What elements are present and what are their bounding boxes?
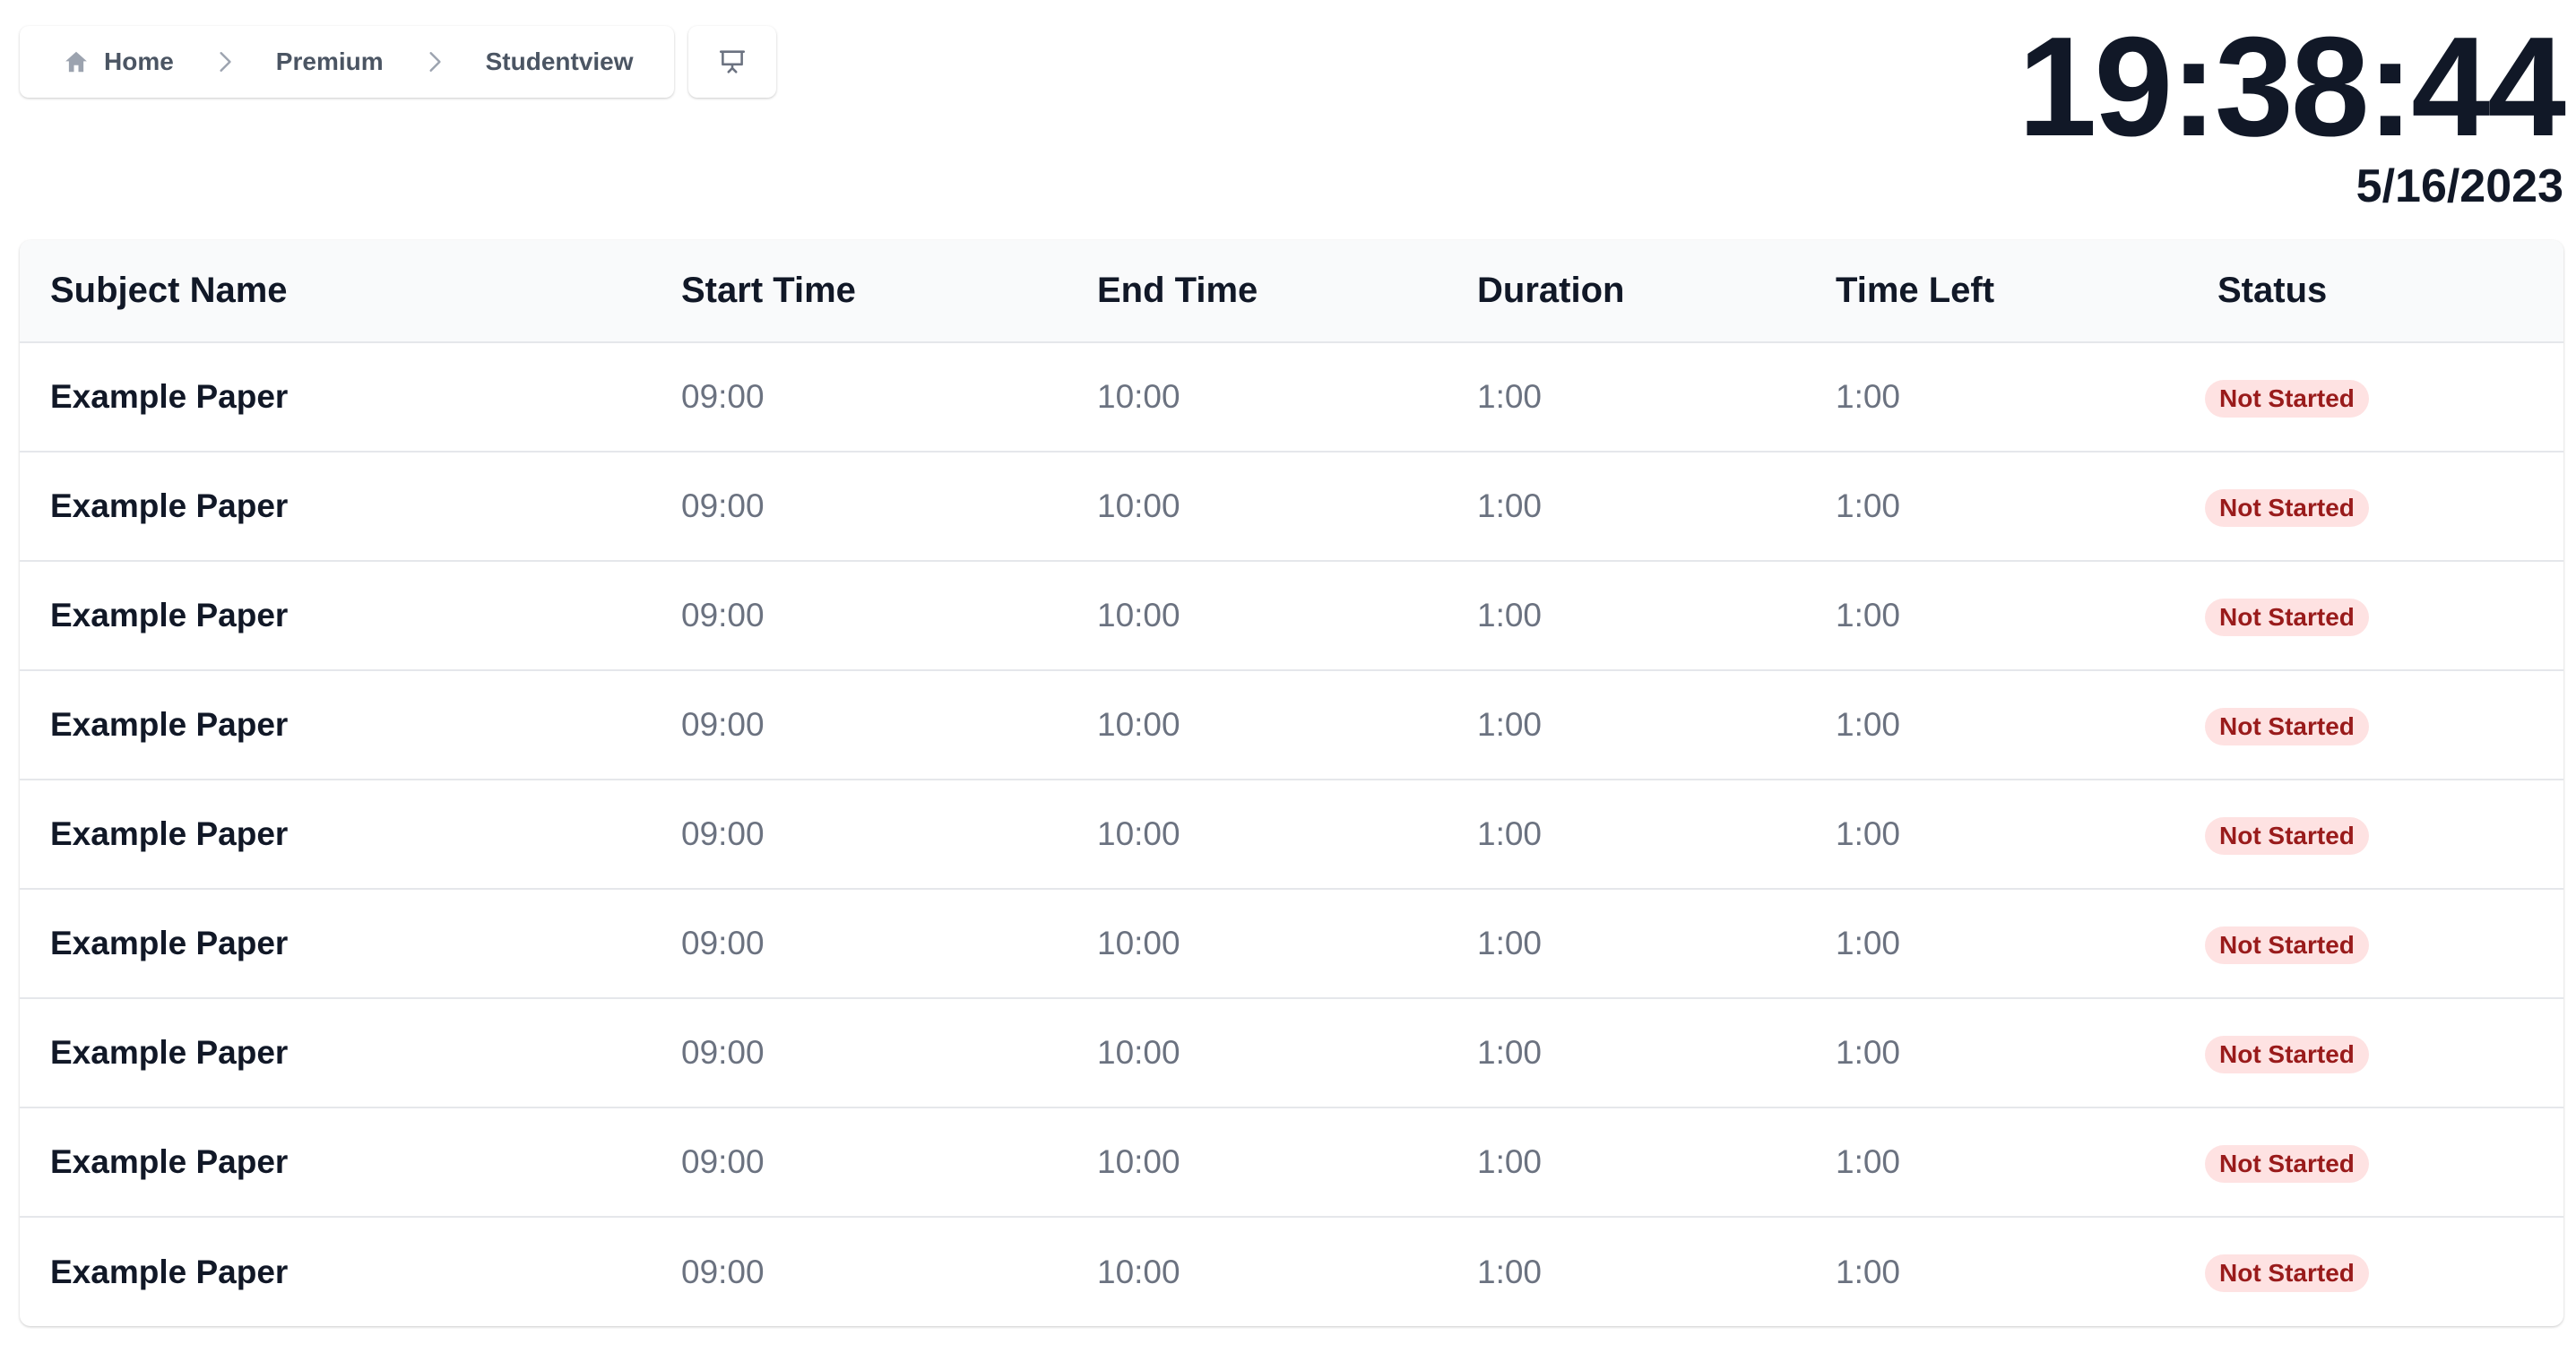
time-left-cell: 1:00 (1836, 1253, 1901, 1290)
duration-cell: 1:00 (1477, 378, 1543, 415)
time-left-cell: 1:00 (1836, 597, 1901, 633)
table-row: Example Paper 09:00 10:00 1:00 1:00 Not … (20, 1217, 2563, 1326)
time-left-cell: 1:00 (1836, 1034, 1901, 1071)
breadcrumb-premium[interactable]: Premium (276, 47, 384, 76)
duration-cell: 1:00 (1477, 815, 1543, 852)
column-header-time-left: Time Left (1836, 271, 1995, 310)
subject-cell: Example Paper (50, 487, 289, 524)
status-cell: Not Started (2205, 670, 2563, 780)
time-left-cell: 1:00 (1836, 487, 1901, 524)
status-cell: Not Started (2205, 889, 2563, 998)
chevron-right-icon (213, 50, 237, 73)
subject-cell: Example Paper (50, 706, 289, 743)
end-time-cell: 10:00 (1097, 378, 1180, 415)
status-badge: Not Started (2205, 1144, 2369, 1183)
time-left-cell: 1:00 (1836, 1143, 1901, 1180)
end-time-cell: 10:00 (1097, 706, 1180, 743)
breadcrumb-studentview-label: Studentview (485, 47, 634, 75)
duration-cell: 1:00 (1477, 1253, 1543, 1290)
end-time-cell: 10:00 (1097, 1143, 1180, 1180)
clock-date: 5/16/2023 (2356, 160, 2563, 212)
end-time-cell: 10:00 (1097, 925, 1180, 961)
end-time-cell: 10:00 (1097, 1253, 1180, 1290)
breadcrumb: Home Premium Studentview (20, 26, 674, 98)
status-badge: Not Started (2205, 488, 2369, 527)
breadcrumb-studentview[interactable]: Studentview (486, 47, 634, 76)
start-time-cell: 09:00 (681, 815, 765, 852)
status-badge: Not Started (2205, 379, 2369, 418)
column-header-subject: Subject Name (50, 271, 288, 310)
exam-table: Subject Name Start Time End Time Duratio… (20, 240, 2563, 1326)
start-time-cell: 09:00 (681, 597, 765, 633)
status-badge: Not Started (2205, 1035, 2369, 1073)
time-left-cell: 1:00 (1836, 815, 1901, 852)
clock: 19:38:44 5/16/2023 (2018, 8, 2566, 212)
table-header-row: Subject Name Start Time End Time Duratio… (20, 240, 2563, 342)
start-time-cell: 09:00 (681, 378, 765, 415)
status-cell: Not Started (2205, 452, 2563, 561)
time-left-cell: 1:00 (1836, 378, 1901, 415)
duration-cell: 1:00 (1477, 706, 1543, 743)
presentation-icon (717, 47, 748, 77)
duration-cell: 1:00 (1477, 597, 1543, 633)
subject-cell: Example Paper (50, 378, 289, 415)
table-row: Example Paper 09:00 10:00 1:00 1:00 Not … (20, 452, 2563, 561)
exam-table-card: Subject Name Start Time End Time Duratio… (20, 240, 2563, 1326)
breadcrumb-premium-label: Premium (275, 47, 384, 75)
end-time-cell: 10:00 (1097, 815, 1180, 852)
table-row: Example Paper 09:00 10:00 1:00 1:00 Not … (20, 889, 2563, 998)
table-row: Example Paper 09:00 10:00 1:00 1:00 Not … (20, 670, 2563, 780)
subject-cell: Example Paper (50, 925, 289, 961)
start-time-cell: 09:00 (681, 1034, 765, 1071)
table-row: Example Paper 09:00 10:00 1:00 1:00 Not … (20, 342, 2563, 452)
breadcrumb-home-label: Home (104, 47, 174, 75)
start-time-cell: 09:00 (681, 706, 765, 743)
table-row: Example Paper 09:00 10:00 1:00 1:00 Not … (20, 780, 2563, 889)
column-header-end: End Time (1097, 271, 1258, 310)
subject-cell: Example Paper (50, 1143, 289, 1180)
start-time-cell: 09:00 (681, 1253, 765, 1290)
subject-cell: Example Paper (50, 1034, 289, 1071)
home-icon (63, 48, 90, 75)
column-header-status: Status (2217, 271, 2328, 310)
duration-cell: 1:00 (1477, 487, 1543, 524)
subject-cell: Example Paper (50, 1253, 289, 1290)
subject-cell: Example Paper (50, 597, 289, 633)
duration-cell: 1:00 (1477, 1143, 1543, 1180)
duration-cell: 1:00 (1477, 1034, 1543, 1071)
chevron-right-icon (423, 50, 446, 73)
status-badge: Not Started (2205, 816, 2369, 855)
table-row: Example Paper 09:00 10:00 1:00 1:00 Not … (20, 998, 2563, 1107)
status-cell: Not Started (2205, 342, 2563, 452)
column-header-start: Start Time (681, 271, 856, 310)
end-time-cell: 10:00 (1097, 1034, 1180, 1071)
status-badge: Not Started (2205, 598, 2369, 636)
status-cell: Not Started (2205, 1217, 2563, 1326)
status-cell: Not Started (2205, 561, 2563, 670)
start-time-cell: 09:00 (681, 925, 765, 961)
duration-cell: 1:00 (1477, 925, 1543, 961)
clock-time: 19:38:44 (2018, 8, 2566, 166)
subject-cell: Example Paper (50, 815, 289, 852)
status-cell: Not Started (2205, 1107, 2563, 1217)
table-row: Example Paper 09:00 10:00 1:00 1:00 Not … (20, 1107, 2563, 1217)
start-time-cell: 09:00 (681, 487, 765, 524)
table-row: Example Paper 09:00 10:00 1:00 1:00 Not … (20, 561, 2563, 670)
time-left-cell: 1:00 (1836, 706, 1901, 743)
time-left-cell: 1:00 (1836, 925, 1901, 961)
status-badge: Not Started (2205, 1254, 2369, 1292)
breadcrumb-home[interactable]: Home (63, 47, 174, 76)
end-time-cell: 10:00 (1097, 487, 1180, 524)
column-header-duration: Duration (1477, 271, 1625, 310)
start-time-cell: 09:00 (681, 1143, 765, 1180)
status-badge: Not Started (2205, 707, 2369, 745)
status-badge: Not Started (2205, 926, 2369, 964)
status-cell: Not Started (2205, 998, 2563, 1107)
presentation-mode-button[interactable] (688, 26, 776, 98)
status-cell: Not Started (2205, 780, 2563, 889)
end-time-cell: 10:00 (1097, 597, 1180, 633)
